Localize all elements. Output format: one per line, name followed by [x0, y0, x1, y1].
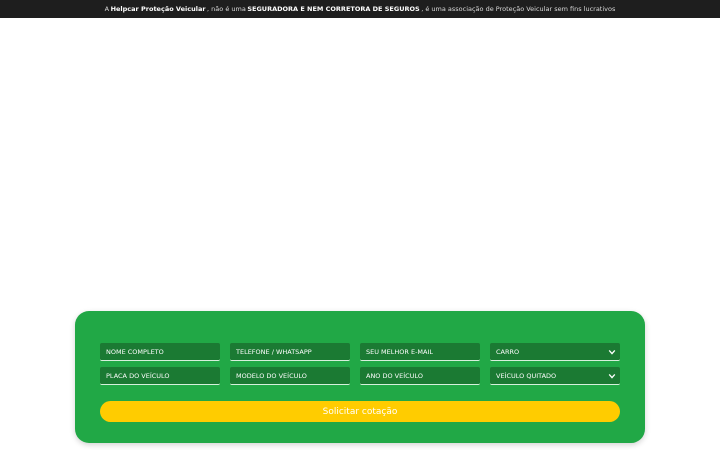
plate-input[interactable] — [100, 367, 220, 385]
request-quote-button[interactable]: Solicitar cotação — [100, 401, 620, 422]
disclaimer-bar: A Helpcar Proteção Veicular , não é uma … — [0, 0, 720, 18]
disclaimer-text-1: A — [104, 5, 110, 13]
phone-input[interactable] — [230, 343, 350, 361]
quote-form: CARRO VEÍCULO QUITADO Solicitar cotação — [75, 311, 645, 443]
name-input[interactable] — [100, 343, 220, 361]
disclaimer-emphasis: SEGURADORA E NEM CORRETORA DE SEGUROS — [247, 5, 420, 13]
disclaimer-text-3: , é uma associação de Proteção Veicular … — [421, 5, 616, 13]
year-input[interactable] — [360, 367, 480, 385]
chevron-down-icon — [608, 373, 616, 379]
paid-off-select[interactable]: VEÍCULO QUITADO — [490, 367, 620, 385]
chevron-down-icon — [608, 349, 616, 355]
disclaimer-text-2: , não é uma — [207, 5, 246, 13]
vehicle-type-value: CARRO — [496, 348, 520, 356]
vehicle-type-select[interactable]: CARRO — [490, 343, 620, 361]
email-input[interactable] — [360, 343, 480, 361]
model-input[interactable] — [230, 367, 350, 385]
paid-off-value: VEÍCULO QUITADO — [496, 372, 557, 380]
hero-area — [0, 18, 720, 310]
disclaimer-brand: Helpcar Proteção Veicular — [110, 5, 206, 13]
